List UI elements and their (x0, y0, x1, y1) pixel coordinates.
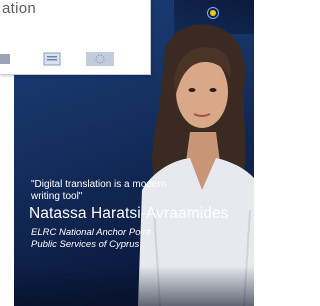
background-slide: ation (0, 0, 151, 75)
bottom-shade (14, 266, 254, 306)
sparkle-icon (207, 7, 219, 19)
video-frame: ation "Digital translation is a modern w… (0, 0, 254, 306)
speaker-name: Natassa Haratsi-Avraamides (29, 205, 229, 222)
eu-flag-icon (86, 52, 114, 66)
speaker-role: ELRC National Anchor Point (31, 227, 151, 238)
slide-title-fragment: ation (2, 0, 37, 17)
partner-logos (0, 52, 150, 68)
speaker-portrait (138, 24, 254, 306)
speaker-organisation: Public Services of Cyprus (31, 239, 140, 250)
document-logo-icon (43, 52, 61, 66)
partner-logo-icon (0, 54, 10, 64)
quote-text: "Digital translation is a modern writing… (31, 179, 167, 202)
